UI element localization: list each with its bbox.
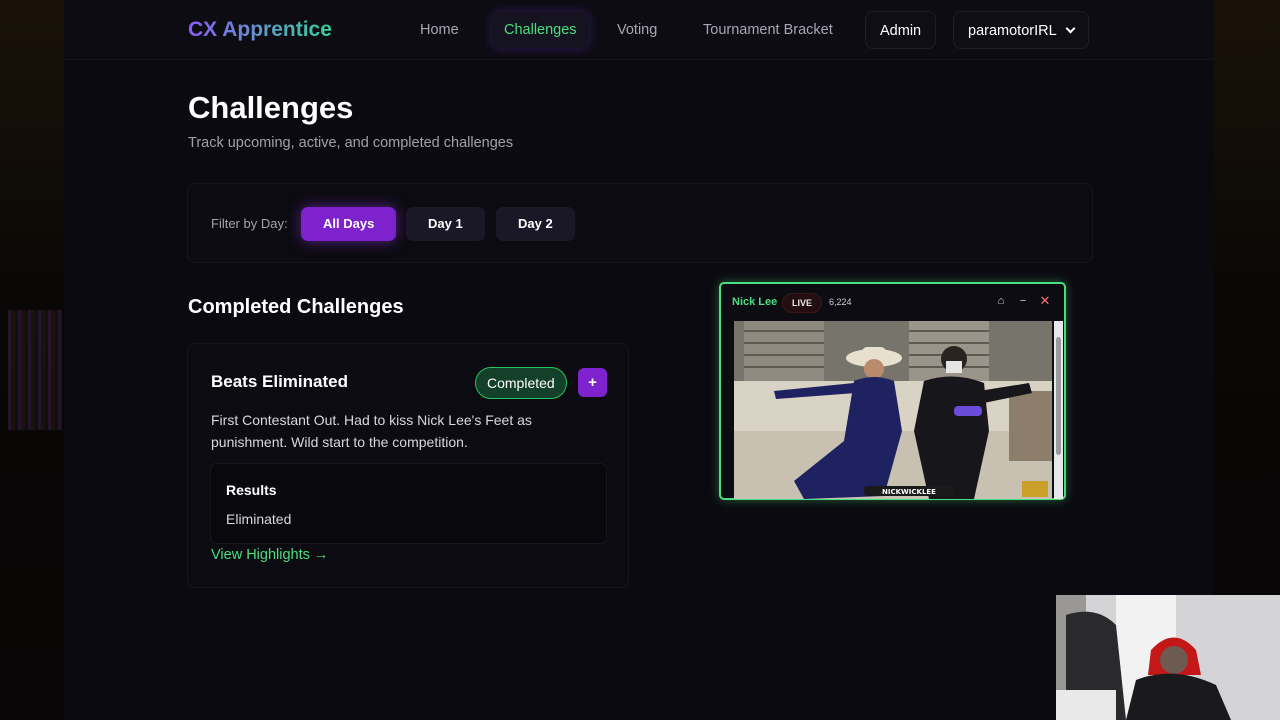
status-badge: Completed — [475, 367, 567, 399]
nav-link-tournament-bracket[interactable]: Tournament Bracket — [691, 12, 845, 48]
stream-video[interactable]: NICKWICKLEE — [734, 321, 1052, 499]
video-frame-image: NICKWICKLEE — [734, 321, 1052, 499]
page-title: Challenges — [188, 90, 354, 125]
stream-popup[interactable]: Nick Lee LIVE 6,224 ⌂ − ✕ NICKWICKLEE — [719, 282, 1066, 500]
close-icon[interactable]: ✕ — [1038, 294, 1052, 308]
webcam-image — [1056, 595, 1280, 720]
live-badge: LIVE — [782, 293, 823, 313]
add-button[interactable]: + — [578, 368, 607, 397]
app-window: CX Apprentice Home Challenges Voting Tou… — [64, 0, 1214, 720]
top-navbar: CX Apprentice Home Challenges Voting Tou… — [64, 0, 1214, 60]
page-subtitle: Track upcoming, active, and completed ch… — [188, 135, 514, 151]
challenge-card: Beats Eliminated Completed + First Conte… — [187, 343, 629, 588]
stream-scrollbar[interactable] — [1054, 321, 1063, 499]
home-icon[interactable]: ⌂ — [994, 294, 1008, 308]
view-highlights-link[interactable]: View Highlights → — [211, 547, 328, 563]
filter-all-days[interactable]: All Days — [301, 207, 397, 241]
filter-card: Filter by Day: All Days Day 1 Day 2 — [187, 183, 1093, 263]
challenge-title: Beats Eliminated — [211, 372, 348, 391]
glitch-artifact — [8, 310, 62, 430]
filter-label: Filter by Day: — [211, 216, 288, 231]
results-label: Results — [226, 482, 277, 498]
user-menu[interactable]: paramotorIRL — [953, 11, 1089, 49]
brand-logo[interactable]: CX Apprentice — [188, 18, 332, 42]
viewer-count: 6,224 — [829, 297, 852, 307]
admin-button[interactable]: Admin — [865, 11, 937, 49]
left-background-edge — [0, 0, 64, 720]
chevron-down-icon — [1065, 23, 1076, 34]
section-title: Completed Challenges — [188, 296, 404, 318]
results-box: Results Eliminated — [210, 463, 607, 544]
streamer-name: Nick Lee — [732, 296, 778, 308]
filter-day-1[interactable]: Day 1 — [406, 207, 485, 241]
stream-watermark: NICKWICKLEE — [882, 488, 936, 496]
nav-link-challenges[interactable]: Challenges — [492, 12, 589, 48]
user-menu-label: paramotorIRL — [968, 23, 1057, 39]
webcam-overlay — [1056, 595, 1280, 720]
nav-link-voting[interactable]: Voting — [605, 12, 669, 48]
results-value: Eliminated — [226, 511, 292, 527]
minimize-icon[interactable]: − — [1016, 294, 1030, 308]
filter-day-2[interactable]: Day 2 — [496, 207, 575, 241]
challenge-description: First Contestant Out. Had to kiss Nick L… — [211, 412, 532, 450]
nav-link-home[interactable]: Home — [408, 12, 471, 48]
scroll-thumb[interactable] — [1056, 337, 1061, 455]
